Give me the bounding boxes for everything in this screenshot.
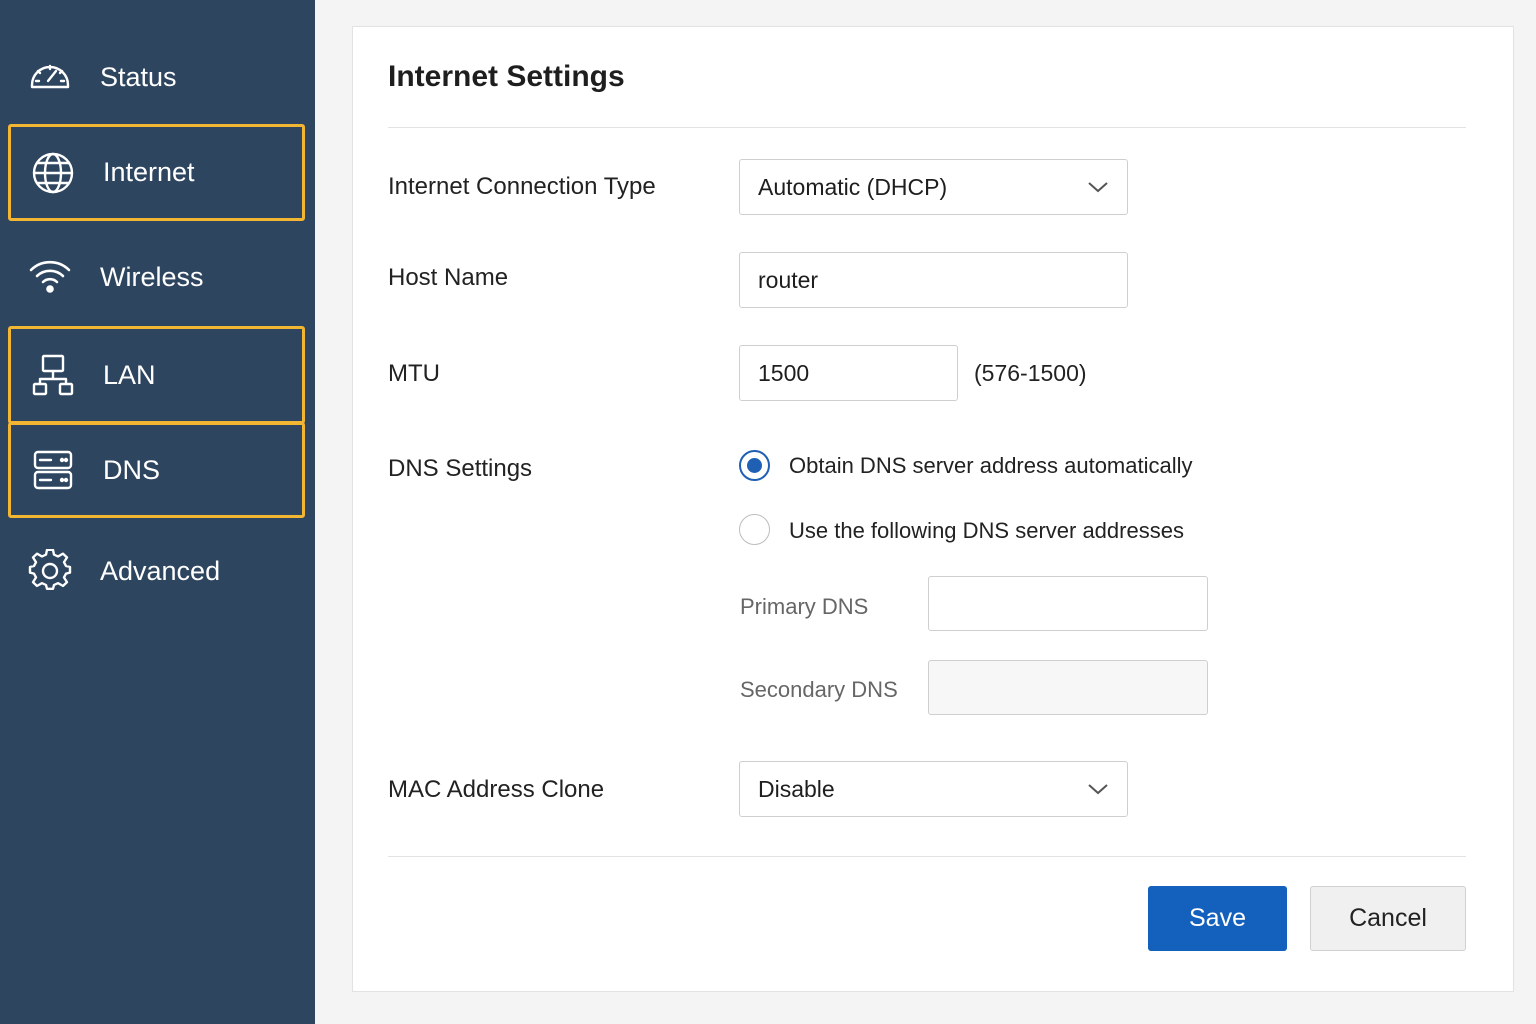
save-button[interactable]: Save <box>1148 886 1287 951</box>
sidebar-item-wireless[interactable]: Wireless <box>8 242 305 312</box>
sidebar-item-label: Wireless <box>100 261 204 292</box>
dns-auto-label[interactable]: Obtain DNS server address automatically <box>789 453 1193 479</box>
host-name-input[interactable] <box>739 252 1128 308</box>
sidebar-item-label: Internet <box>103 157 195 187</box>
dns-manual-radio[interactable] <box>739 514 770 545</box>
title-divider <box>388 127 1466 128</box>
sidebar-item-label: Advanced <box>100 555 221 586</box>
cancel-button[interactable]: Cancel <box>1310 886 1466 951</box>
wifi-icon <box>28 255 72 299</box>
sidebar-item-advanced[interactable]: Advanced <box>8 536 305 606</box>
connection-type-label: Internet Connection Type <box>388 173 656 200</box>
dns-manual-label[interactable]: Use the following DNS server addresses <box>789 518 1184 544</box>
sidebar-item-label: LAN <box>103 359 156 390</box>
chevron-down-icon <box>1088 784 1108 795</box>
mac-clone-value: Disable <box>758 775 835 802</box>
dns-auto-radio[interactable] <box>739 450 770 481</box>
gear-icon <box>28 549 72 593</box>
connection-type-value: Automatic (DHCP) <box>758 173 948 200</box>
globe-icon <box>31 151 75 195</box>
sidebar-item-dns[interactable]: DNS <box>8 422 305 518</box>
secondary-dns-label: Secondary DNS <box>740 677 898 702</box>
primary-dns-input[interactable] <box>928 576 1208 631</box>
sidebar-item-label: Status <box>100 61 177 92</box>
sidebar-item-label: DNS <box>103 454 161 485</box>
host-name-label: Host Name <box>388 264 509 291</box>
page-title: Internet Settings <box>388 60 625 93</box>
mtu-input[interactable] <box>739 345 958 401</box>
footer-divider <box>388 856 1466 857</box>
mac-clone-label: MAC Address Clone <box>388 776 605 803</box>
mtu-label: MTU <box>388 360 440 387</box>
mtu-range-hint: (576-1500) <box>974 360 1087 386</box>
gauge-icon <box>28 55 72 99</box>
primary-dns-label: Primary DNS <box>740 594 869 619</box>
sidebar-item-lan[interactable]: LAN <box>8 326 305 424</box>
connection-type-select[interactable]: Automatic (DHCP) <box>739 159 1128 215</box>
sidebar: Status Internet Wireless LAN DNS Advance… <box>0 0 315 1024</box>
mac-clone-select[interactable]: Disable <box>739 761 1128 817</box>
sidebar-item-status[interactable]: Status <box>8 42 305 112</box>
dns-settings-label: DNS Settings <box>388 455 533 482</box>
network-icon <box>31 353 75 397</box>
secondary-dns-input[interactable] <box>928 660 1208 715</box>
server-icon <box>31 448 75 492</box>
chevron-down-icon <box>1088 182 1108 193</box>
sidebar-item-internet[interactable]: Internet <box>8 124 305 221</box>
